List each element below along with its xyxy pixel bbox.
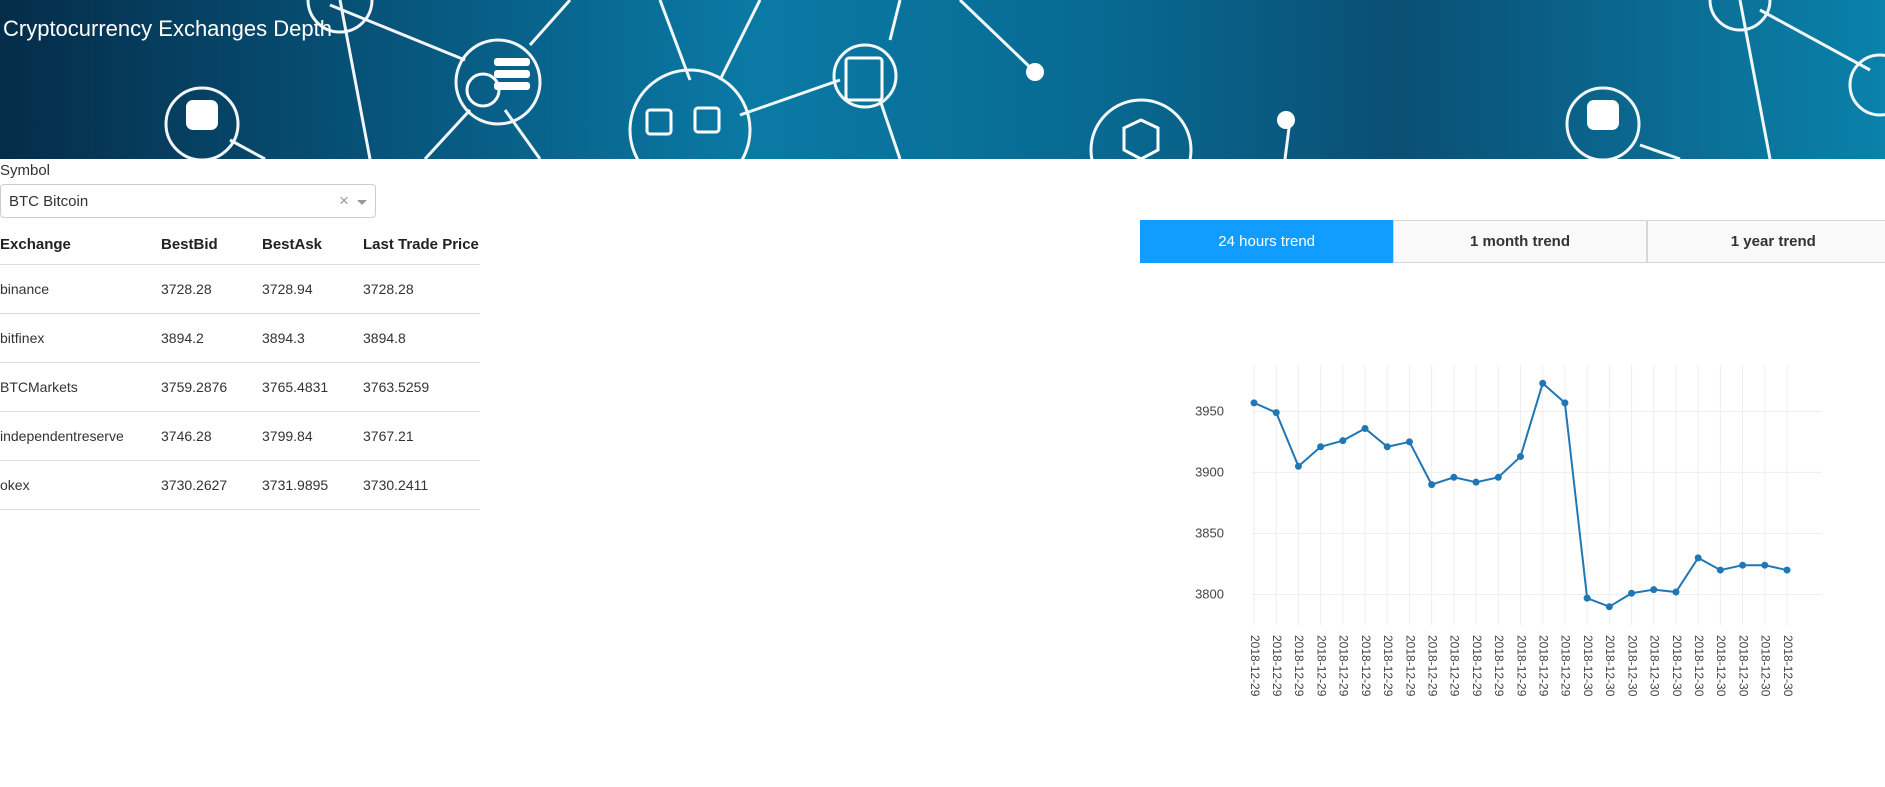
cell-bestbid: 3894.2 bbox=[161, 313, 262, 363]
table-row: BTCMarkets 3759.2876 3765.4831 3763.5259 bbox=[0, 362, 480, 412]
data-point bbox=[1517, 453, 1524, 461]
x-tick-label: 2018-12-29 bbox=[1537, 635, 1551, 697]
x-tick-label: 2018-12-30 bbox=[1625, 635, 1639, 697]
data-point bbox=[1783, 566, 1791, 574]
cell-bestbid: 3730.2627 bbox=[161, 460, 262, 510]
column-header-last-trade-price: Last Trade Price bbox=[363, 224, 480, 265]
cell-exchange: bitfinex bbox=[0, 313, 161, 363]
cell-bestask: 3799.84 bbox=[262, 411, 363, 461]
table-row: bitfinex 3894.2 3894.3 3894.8 bbox=[0, 313, 480, 363]
cell-last-trade-price: 3730.2411 bbox=[363, 460, 480, 510]
x-tick-label: 2018-12-30 bbox=[1648, 635, 1662, 697]
trend-tabs: 24 hours trend 1 month trend 1 year tren… bbox=[1140, 220, 1885, 263]
cell-last-trade-price: 3767.21 bbox=[363, 411, 480, 461]
cell-exchange: BTCMarkets bbox=[0, 362, 161, 412]
data-point bbox=[1450, 473, 1458, 481]
data-point bbox=[1716, 566, 1724, 574]
x-tick-label: 2018-12-30 bbox=[1581, 635, 1595, 697]
y-tick-label: 3950 bbox=[1195, 403, 1224, 418]
x-tick-label: 2018-12-29 bbox=[1425, 635, 1439, 697]
x-tick-label: 2018-12-29 bbox=[1270, 635, 1284, 697]
x-tick-label: 2018-12-29 bbox=[1470, 635, 1484, 697]
symbol-selected-value: BTC Bitcoin bbox=[9, 193, 89, 210]
cell-exchange: binance bbox=[0, 264, 161, 314]
data-point bbox=[1361, 424, 1369, 432]
table-row: independentreserve 3746.28 3799.84 3767.… bbox=[0, 411, 480, 461]
tab-24-hours-trend[interactable]: 24 hours trend bbox=[1140, 220, 1394, 263]
column-header-exchange: Exchange bbox=[0, 224, 161, 265]
clear-icon[interactable]: × bbox=[339, 191, 349, 211]
table-header-row: Exchange BestBid BestAsk Last Trade Pric… bbox=[0, 224, 480, 265]
data-point bbox=[1672, 588, 1680, 596]
x-tick-label: 2018-12-30 bbox=[1670, 635, 1684, 697]
x-tick-label: 2018-12-29 bbox=[1492, 635, 1506, 697]
x-tick-label: 2018-12-29 bbox=[1359, 635, 1373, 697]
x-tick-label: 2018-12-29 bbox=[1448, 635, 1462, 697]
x-tick-label: 2018-12-30 bbox=[1714, 635, 1728, 697]
cell-last-trade-price: 3763.5259 bbox=[363, 362, 480, 412]
x-tick-label: 2018-12-29 bbox=[1403, 635, 1417, 697]
data-point bbox=[1339, 437, 1347, 445]
chevron-down-icon[interactable] bbox=[357, 200, 367, 205]
column-header-bestask: BestAsk bbox=[262, 224, 363, 265]
x-tick-label: 2018-12-30 bbox=[1736, 635, 1750, 697]
data-point bbox=[1605, 603, 1613, 611]
data-point bbox=[1561, 399, 1569, 407]
y-tick-label: 3800 bbox=[1195, 586, 1224, 601]
data-point bbox=[1739, 561, 1747, 569]
cell-bestask: 3731.9895 bbox=[262, 460, 363, 510]
y-tick-label: 3900 bbox=[1195, 464, 1224, 479]
x-tick-label: 2018-12-30 bbox=[1692, 635, 1706, 697]
x-tick-label: 2018-12-30 bbox=[1759, 635, 1773, 697]
data-point bbox=[1628, 589, 1636, 597]
page-title: Cryptocurrency Exchanges Depth bbox=[3, 16, 332, 41]
data-point bbox=[1317, 443, 1325, 451]
cell-bestask: 3728.94 bbox=[262, 264, 363, 314]
x-tick-label: 2018-12-29 bbox=[1559, 635, 1573, 697]
data-point bbox=[1294, 462, 1302, 470]
x-tick-label: 2018-12-29 bbox=[1314, 635, 1328, 697]
tab-1-year-trend[interactable]: 1 year trend bbox=[1646, 220, 1885, 263]
table-row: binance 3728.28 3728.94 3728.28 bbox=[0, 264, 480, 314]
cell-exchange: okex bbox=[0, 460, 161, 510]
x-tick-label: 2018-12-29 bbox=[1248, 635, 1262, 697]
price-trend-chart: 3800 3850 3900 3950 2018-12-29 2018-12-29 2018… bbox=[1195, 365, 1822, 697]
data-point bbox=[1405, 438, 1413, 446]
data-point bbox=[1272, 409, 1280, 417]
y-tick-label: 3850 bbox=[1195, 525, 1224, 540]
data-point bbox=[1250, 399, 1258, 407]
cell-bestask: 3765.4831 bbox=[262, 362, 363, 412]
x-tick-label: 2018-12-29 bbox=[1381, 635, 1395, 697]
cell-bestask: 3894.3 bbox=[262, 313, 363, 363]
cell-bestbid: 3746.28 bbox=[161, 411, 262, 461]
data-point bbox=[1472, 478, 1480, 486]
cell-bestbid: 3728.28 bbox=[161, 264, 262, 314]
symbol-dropdown[interactable]: BTC Bitcoin × bbox=[0, 184, 376, 218]
data-point bbox=[1583, 594, 1591, 602]
data-point bbox=[1383, 443, 1391, 451]
data-point bbox=[1694, 554, 1702, 562]
tab-1-month-trend[interactable]: 1 month trend bbox=[1393, 220, 1647, 263]
symbol-label: Symbol bbox=[0, 162, 51, 179]
data-point bbox=[1650, 586, 1658, 594]
cell-exchange: independentreserve bbox=[0, 411, 161, 461]
cell-last-trade-price: 3894.8 bbox=[363, 313, 480, 363]
x-tick-label: 2018-12-29 bbox=[1292, 635, 1306, 697]
column-header-bestbid: BestBid bbox=[161, 224, 262, 265]
table-row: okex 3730.2627 3731.9895 3730.2411 bbox=[0, 460, 480, 510]
x-tick-label: 2018-12-29 bbox=[1514, 635, 1528, 697]
cell-last-trade-price: 3728.28 bbox=[363, 264, 480, 314]
cell-bestbid: 3759.2876 bbox=[161, 362, 262, 412]
header-banner: Cryptocurrency Exchanges Depth bbox=[0, 0, 1885, 159]
data-point bbox=[1539, 379, 1547, 387]
x-tick-label: 2018-12-30 bbox=[1603, 635, 1617, 697]
data-point bbox=[1761, 561, 1769, 569]
x-tick-label: 2018-12-30 bbox=[1781, 635, 1795, 697]
data-point bbox=[1494, 473, 1502, 481]
data-point bbox=[1428, 481, 1436, 489]
exchange-depth-table: Exchange BestBid BestAsk Last Trade Pric… bbox=[0, 224, 480, 510]
x-tick-label: 2018-12-29 bbox=[1337, 635, 1351, 697]
